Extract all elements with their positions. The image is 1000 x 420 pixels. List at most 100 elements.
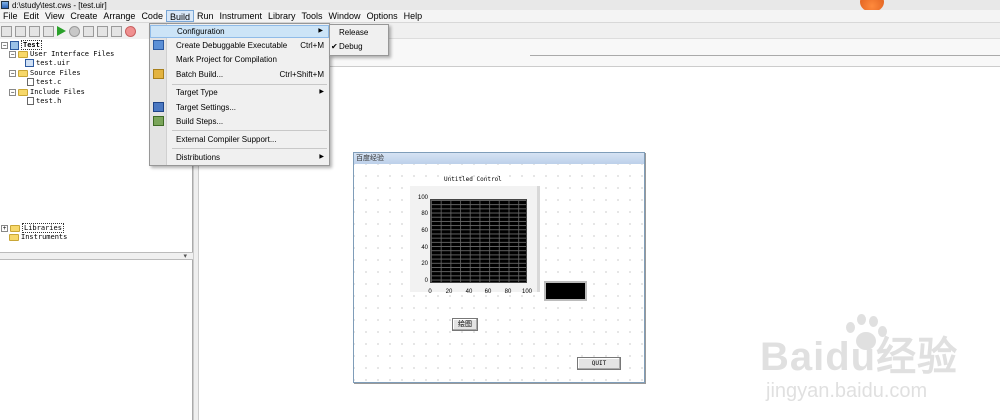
tree-item-test-h[interactable]: test.h [27,97,61,105]
submenu-item-label: Debug [339,42,363,51]
tree-item-ui-files[interactable]: − User Interface Files [9,50,114,58]
menu-item-label: Distributions [176,153,221,162]
panel-title: 百度经验 [354,153,644,164]
tree-label-libraries: Libraries [22,223,64,233]
folder-icon [9,233,19,241]
submenu-arrow-icon: ▶ [318,28,323,34]
submenu-item-debug[interactable]: ✔ Debug [330,40,388,54]
menu-item-mark-project[interactable]: Mark Project for Compilation [150,53,329,66]
uir-file-icon [25,59,34,67]
menu-item-label: External Compiler Support... [176,135,277,144]
tree-item-include-files[interactable]: − Include Files [9,88,85,96]
breakpoint-icon[interactable] [125,25,136,37]
editor-ruler [330,39,1000,67]
x-tick-label: 80 [504,289,512,295]
menu-options[interactable]: Options [364,10,401,22]
tree-item-source-files[interactable]: − Source Files [9,69,81,77]
step-icon[interactable] [83,25,94,37]
collapse-icon[interactable]: − [1,41,8,49]
menu-item-label: Create Debuggable Executable [176,41,288,50]
build-menu-dropdown: Configuration ▶ Create Debuggable Execut… [149,23,330,166]
shortcut-label: Ctrl+M [300,41,324,50]
tree-item-libraries[interactable]: + Libraries [1,223,64,233]
configuration-submenu: Release ✔ Debug [329,24,389,56]
menu-run[interactable]: Run [194,10,217,22]
menu-edit[interactable]: Edit [21,10,43,22]
x-tick-label: 40 [465,289,473,295]
menu-item-target-settings[interactable]: Target Settings... [150,101,329,114]
menu-help[interactable]: Help [401,10,426,22]
y-tick-label: 80 [421,211,428,217]
menu-build[interactable]: Build [165,10,194,22]
tree-item-project[interactable]: − Test [1,40,42,50]
tree-item-test-uir[interactable]: test.uir [25,59,70,67]
quit-button[interactable]: QUIT [577,357,621,370]
collapse-icon[interactable]: − [9,50,16,58]
c-file-icon [27,78,34,86]
folder-icon [18,69,28,77]
menu-item-distributions[interactable]: Distributions ▶ [150,151,329,164]
menu-arrange[interactable]: Arrange [100,10,138,22]
x-tick-label: 60 [484,289,492,295]
run-icon[interactable] [57,26,66,36]
graph-plot-area[interactable] [430,199,527,283]
watermark-url: jingyan.baidu.com [766,380,928,402]
expand-icon[interactable]: + [1,224,8,232]
y-tick-label: 40 [421,245,428,251]
submenu-arrow-icon: ▶ [319,89,324,95]
submenu-item-release[interactable]: Release [330,26,388,40]
collapse-icon[interactable]: − [9,69,16,77]
menu-window[interactable]: Window [326,10,364,22]
menu-instrument[interactable]: Instrument [216,10,265,22]
panel-canvas[interactable]: Untitled Control 100 80 60 40 20 0 0 20 … [354,164,644,382]
menu-item-label: Target Settings... [176,103,237,112]
y-tick-label: 20 [421,261,428,267]
submenu-item-label: Release [339,28,369,37]
numeric-indicator[interactable] [544,281,587,301]
tree-label-include-files: Include Files [30,88,85,96]
grid-icon[interactable] [15,25,26,37]
uir-panel[interactable]: 百度经验 Untitled Control 100 80 60 40 20 0 … [353,152,645,383]
secondary-toolbar [330,23,1000,39]
menu-separator [172,84,327,85]
menu-code[interactable]: Code [138,10,166,22]
pane-splitter[interactable]: ▾ [0,252,193,260]
y-tick-label: 0 [424,278,428,284]
menu-item-configuration[interactable]: Configuration ▶ [150,25,329,38]
folder-icon [18,88,28,96]
menu-item-batch-build[interactable]: Batch Build... Ctrl+Shift+M [150,68,329,81]
step-out-icon[interactable] [111,25,122,37]
baidu-watermark: Baidu经验 jingyan.baidu.com [760,314,990,415]
menu-item-label: Target Type [176,88,218,97]
new-file-icon[interactable] [1,25,12,37]
save-icon[interactable] [43,25,54,37]
menu-item-external-compiler[interactable]: External Compiler Support... [150,133,329,146]
y-tick-label: 100 [417,195,428,201]
menu-item-build-steps[interactable]: Build Steps... [150,115,329,128]
draw-button[interactable]: 绘图 [452,318,478,331]
open-folder-icon[interactable] [29,25,40,37]
tree-item-test-c[interactable]: test.c [27,78,61,86]
menu-view[interactable]: View [42,10,67,22]
menu-item-target-type[interactable]: Target Type ▶ [150,86,329,99]
menu-bar: File Edit View Create Arrange Code Build… [0,10,1000,23]
step-over-icon[interactable] [97,25,108,37]
menu-item-label: Mark Project for Compilation [176,55,277,64]
tree-item-instruments[interactable]: Instruments [9,233,67,241]
x-tick-label: 20 [445,289,453,295]
collapse-icon[interactable]: − [9,88,16,96]
submenu-arrow-icon: ▶ [319,154,324,160]
title-bar: d:\study\test.cws - [test.uir] [0,0,1000,10]
menu-separator [172,130,327,131]
tree-label-test-c: test.c [36,78,62,86]
menu-tools[interactable]: Tools [299,10,326,22]
x-tick-label: 100 [521,289,532,295]
menu-library[interactable]: Library [265,10,299,22]
shortcut-label: Ctrl+Shift+M [279,70,324,79]
h-file-icon [27,97,34,105]
menu-file[interactable]: File [0,10,21,22]
stop-icon[interactable] [69,25,80,37]
menu-item-create-debuggable[interactable]: Create Debuggable Executable Ctrl+M [150,39,329,52]
menu-item-label: Build Steps... [176,117,224,126]
menu-create[interactable]: Create [67,10,100,22]
